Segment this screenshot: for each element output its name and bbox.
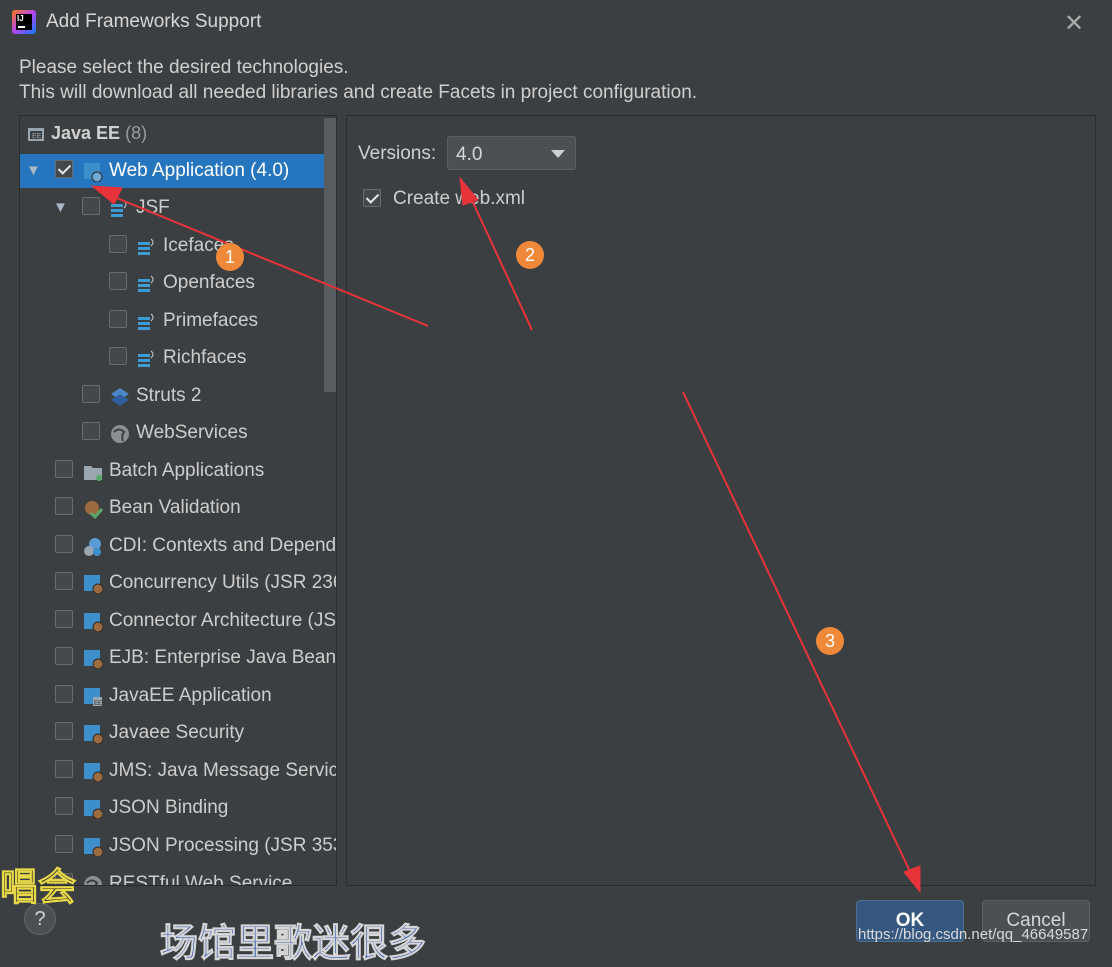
- arrow-3: [682, 391, 915, 881]
- source-watermark: https://blog.csdn.net/qq_46649587: [858, 926, 1089, 943]
- arrow-2-head-icon: [459, 176, 479, 206]
- arrow-3-head-icon: [903, 865, 921, 894]
- annotation-badge-2: 2: [516, 241, 544, 269]
- annotation-badge-1: 1: [216, 243, 244, 271]
- arrow-1-head-icon: [90, 185, 123, 205]
- annotation-badge-3: 3: [816, 627, 844, 655]
- arrow-1: [111, 195, 429, 327]
- video-caption-bottom: 场馆里歌迷很多: [159, 923, 427, 966]
- annotation-arrows: [90, 176, 921, 894]
- video-caption-left: 唱会: [0, 867, 77, 910]
